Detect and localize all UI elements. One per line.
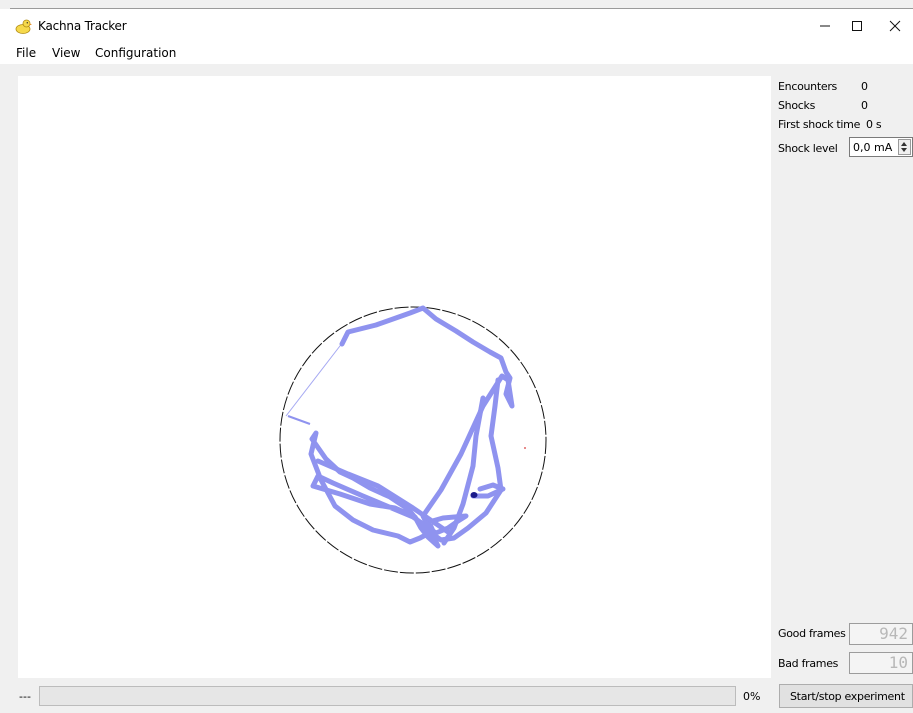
shocks-value: 0 xyxy=(861,99,868,112)
encounters-value: 0 xyxy=(861,80,868,93)
shock-level-label: Shock level xyxy=(778,142,838,155)
good-frames-label: Good frames xyxy=(778,627,846,640)
menu-view[interactable]: View xyxy=(52,46,80,60)
close-icon xyxy=(889,20,901,31)
menu-file[interactable]: File xyxy=(16,46,36,60)
status-text: --- xyxy=(19,690,31,703)
menu-bar: File View Configuration xyxy=(0,42,913,64)
shock-level-stepper[interactable] xyxy=(898,139,911,155)
maximize-icon xyxy=(852,20,862,31)
arena-boundary xyxy=(279,306,547,574)
encounters-label: Encounters xyxy=(778,80,837,93)
shock-zone-marker xyxy=(524,447,526,449)
animal-position-marker xyxy=(470,492,478,498)
shocks-label: Shocks xyxy=(778,99,816,112)
first-shock-time-row: First shock time 0 s xyxy=(778,118,882,131)
shocks-row: Shocks 0 xyxy=(778,99,868,112)
close-button[interactable] xyxy=(872,9,913,42)
minimize-icon xyxy=(820,25,830,26)
bad-frames-label: Bad frames xyxy=(778,657,839,670)
menu-configuration[interactable]: Configuration xyxy=(95,46,176,60)
tracking-canvas[interactable] xyxy=(18,76,771,678)
progress-percent: 0% xyxy=(743,690,761,703)
main-window: Kachna Tracker File View Configuration E… xyxy=(0,0,913,713)
start-stop-experiment-button[interactable]: Start/stop experiment xyxy=(779,684,913,708)
first-shock-time-label: First shock time xyxy=(778,118,861,131)
shock-level-spinbox[interactable] xyxy=(849,137,913,157)
spin-down-icon[interactable] xyxy=(901,148,907,152)
status-bar: --- 0% Start/stop experiment xyxy=(0,682,913,713)
title-bar[interactable]: Kachna Tracker xyxy=(0,9,913,42)
experiment-progress-bar xyxy=(39,686,736,706)
tracking-view xyxy=(279,305,547,574)
first-shock-time-value: 0 s xyxy=(866,118,882,131)
side-panel: Encounters 0 Shocks 0 First shock time 0… xyxy=(771,72,913,682)
shock-level-input[interactable] xyxy=(853,140,897,155)
duck-icon xyxy=(15,19,32,34)
window-title: Kachna Tracker xyxy=(38,19,127,33)
spin-up-icon[interactable] xyxy=(901,142,907,146)
good-frames-counter: 942 xyxy=(849,623,913,645)
bad-frames-counter: 10 xyxy=(849,652,913,674)
track-gap-line-2 xyxy=(287,415,311,425)
encounters-row: Encounters 0 xyxy=(778,80,868,93)
